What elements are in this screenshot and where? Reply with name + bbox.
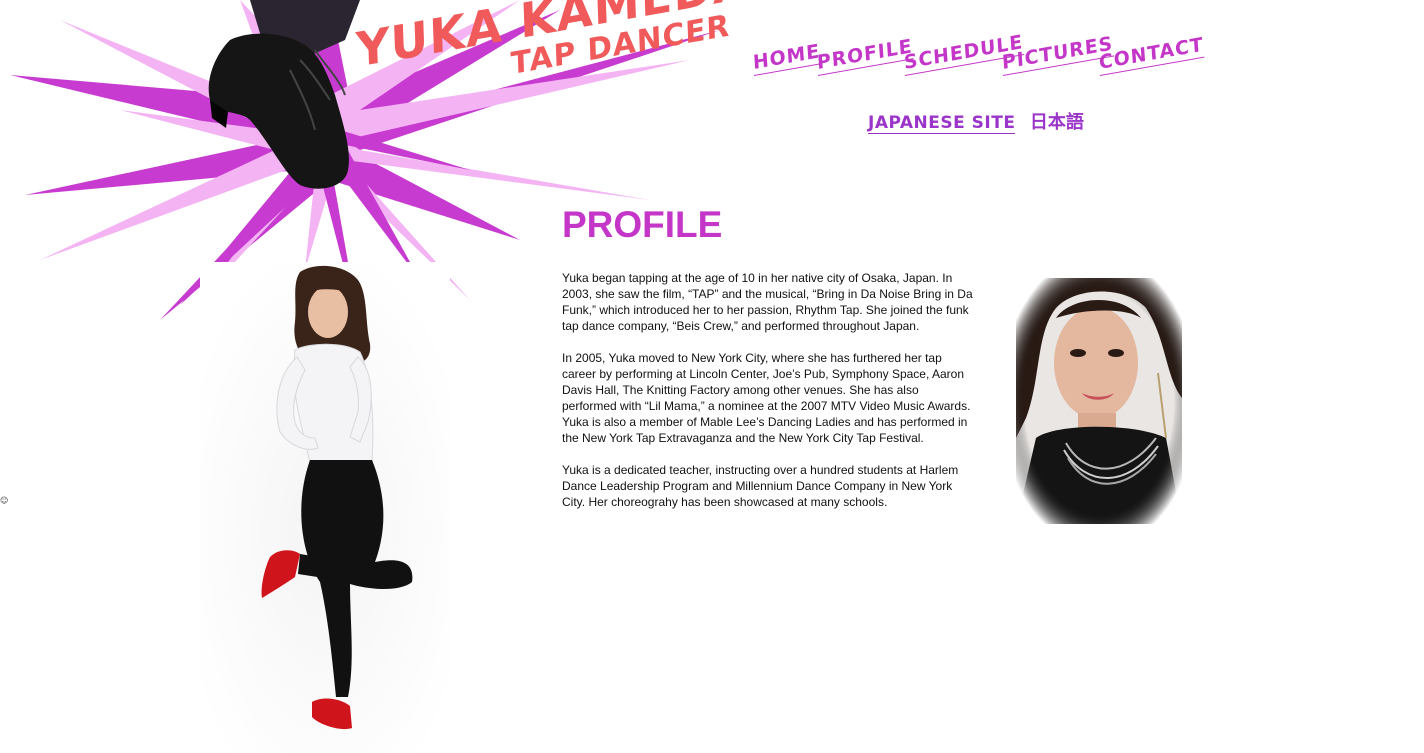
bio-paragraph-1: Yuka began tapping at the age of 10 in h… — [562, 271, 973, 333]
nav-profile-link[interactable]: PROFILE — [816, 35, 914, 76]
dancer-photo — [200, 262, 450, 753]
nav-contact-link[interactable]: CONTACT — [1098, 33, 1205, 76]
bio-paragraph-2: In 2005, Yuka moved to New York City, wh… — [562, 351, 971, 445]
page-title: PROFILE — [562, 204, 723, 245]
page: YUKA KAMEDA TAP DANCER HOME PROFILE SCHE… — [0, 0, 1424, 753]
nav-home-link[interactable]: HOME — [752, 40, 821, 76]
portrait-photo — [1016, 278, 1182, 524]
bio-paragraph-3: Yuka is a dedicated teacher, instructing… — [562, 463, 959, 509]
language-switch: JAPANESE SITE 日本語 — [868, 108, 1084, 134]
japanese-label[interactable]: 日本語 — [1030, 112, 1084, 133]
bio-text: Yuka began tapping at the age of 10 in h… — [562, 270, 976, 526]
japanese-site-link[interactable]: JAPANESE SITE — [868, 113, 1016, 134]
smiley-icon: ☺ — [0, 496, 9, 505]
